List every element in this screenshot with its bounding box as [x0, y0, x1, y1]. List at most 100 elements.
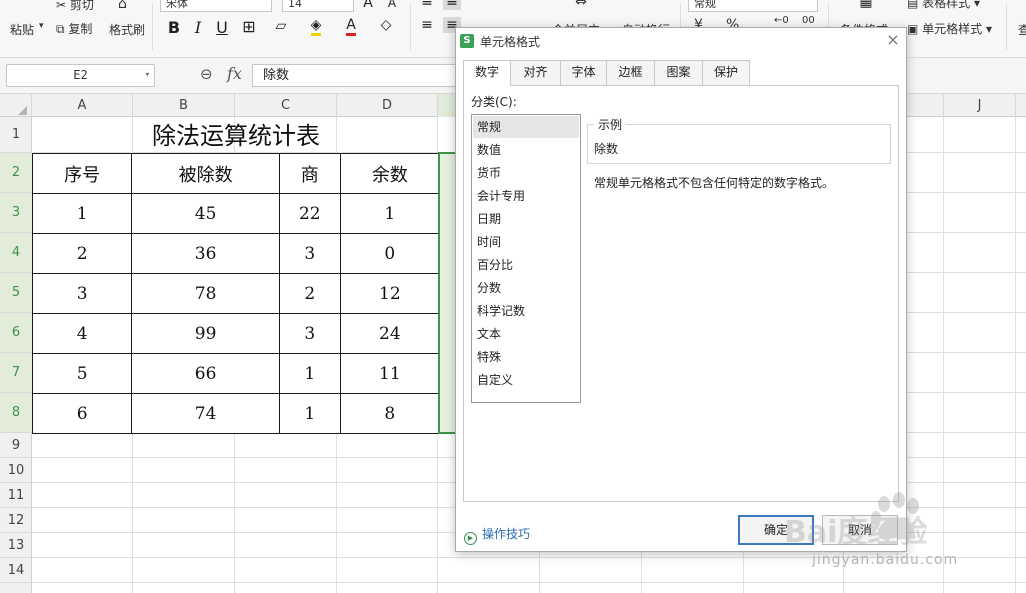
- align-top-icon[interactable]: ≡: [418, 0, 436, 10]
- name-box[interactable]: E2 ▾: [6, 64, 155, 87]
- paste-dropdown-icon[interactable]: ▾: [39, 21, 44, 31]
- row-header-4[interactable]: 4: [0, 233, 32, 273]
- table-cell[interactable]: 66: [131, 353, 280, 394]
- merge-icon[interactable]: ⇔: [572, 0, 590, 10]
- table-cell[interactable]: 2: [31, 233, 133, 274]
- table-cell[interactable]: 1: [31, 193, 133, 234]
- name-box-dropdown-icon[interactable]: ▾: [145, 65, 150, 86]
- header-cell-quotient[interactable]: 商: [278, 153, 341, 194]
- bold-icon[interactable]: B: [166, 18, 182, 37]
- tab-pattern[interactable]: 图案: [654, 60, 703, 85]
- table-cell[interactable]: 3: [278, 233, 341, 274]
- dialog-title-bar[interactable]: S 单元格格式 ×: [456, 28, 906, 54]
- format-painter-button[interactable]: 格式刷: [109, 21, 145, 38]
- align-middle-icon[interactable]: ≡: [443, 0, 461, 10]
- table-cell[interactable]: 24: [339, 313, 441, 354]
- tab-font[interactable]: 字体: [560, 60, 607, 85]
- column-header-c[interactable]: C: [235, 94, 337, 117]
- column-header-d[interactable]: D: [337, 94, 438, 117]
- category-item[interactable]: 日期: [473, 208, 579, 230]
- column-header-k[interactable]: K: [1016, 94, 1026, 117]
- row-header-8[interactable]: 8: [0, 393, 32, 433]
- table-cell[interactable]: 0: [339, 233, 441, 274]
- category-item[interactable]: 百分比: [473, 254, 579, 276]
- row-header-9[interactable]: 9: [0, 433, 32, 458]
- category-item[interactable]: 科学记数: [473, 300, 579, 322]
- select-all-corner[interactable]: [0, 94, 32, 117]
- table-cell[interactable]: 36: [131, 233, 280, 274]
- italic-icon[interactable]: I: [190, 18, 206, 37]
- fill-rotate-icon[interactable]: ▱: [270, 18, 292, 34]
- header-cell-dividend[interactable]: 被除数: [131, 153, 280, 194]
- align-left-icon[interactable]: ≡: [418, 17, 436, 33]
- row-header-3[interactable]: 3: [0, 193, 32, 233]
- header-cell-remainder[interactable]: 余数: [339, 153, 441, 194]
- header-cell-index[interactable]: 序号: [31, 153, 133, 194]
- category-list[interactable]: 常规 数值 货币 会计专用 日期 时间 百分比 分数 科学记数 文本 特殊 自定义: [471, 114, 581, 403]
- table-cell[interactable]: 3: [278, 313, 341, 354]
- category-item[interactable]: 自定义: [473, 369, 579, 391]
- row-header-14[interactable]: 14: [0, 558, 32, 583]
- cut-button[interactable]: ✂ 剪切: [56, 0, 94, 13]
- increase-decimal-button[interactable]: ←0: [774, 15, 789, 26]
- column-header-a[interactable]: A: [32, 94, 133, 117]
- row-header-2[interactable]: 2: [0, 153, 32, 193]
- fill-color-icon[interactable]: ◈: [305, 17, 327, 36]
- table-cell[interactable]: 12: [339, 273, 441, 314]
- category-item[interactable]: 会计专用: [473, 185, 579, 207]
- tab-border[interactable]: 边框: [606, 60, 655, 85]
- tab-protection[interactable]: 保护: [702, 60, 750, 85]
- zoom-search-icon[interactable]: ⊖: [200, 65, 213, 83]
- table-cell[interactable]: 6: [31, 393, 133, 434]
- category-item[interactable]: 特殊: [473, 346, 579, 368]
- tab-number[interactable]: 数字: [463, 60, 511, 86]
- row-header-12[interactable]: 12: [0, 508, 32, 533]
- clear-format-icon[interactable]: ◇: [375, 17, 397, 33]
- table-style-button[interactable]: ▤ 表格样式 ▾: [907, 0, 980, 11]
- table-cell[interactable]: 45: [131, 193, 280, 234]
- row-header-10[interactable]: 10: [0, 458, 32, 483]
- row-header-7[interactable]: 7: [0, 353, 32, 393]
- table-cell[interactable]: 3: [31, 273, 133, 314]
- decrease-decimal-button[interactable]: 00: [802, 15, 815, 26]
- table-cell[interactable]: 1: [339, 193, 441, 234]
- row-header-5[interactable]: 5: [0, 273, 32, 313]
- underline-icon[interactable]: U: [214, 18, 230, 37]
- border-icon[interactable]: ⊞: [238, 17, 260, 36]
- table-cell[interactable]: 22: [278, 193, 341, 234]
- sheet-title[interactable]: 除法运算统计表: [32, 117, 440, 153]
- font-name-select[interactable]: 宋体: [160, 0, 272, 12]
- cell-style-button[interactable]: ▣ 单元格样式 ▾: [907, 20, 992, 37]
- category-item[interactable]: 货币: [473, 162, 579, 184]
- row-header-1[interactable]: 1: [0, 117, 32, 153]
- tab-alignment[interactable]: 对齐: [510, 60, 561, 85]
- column-header-j[interactable]: J: [944, 94, 1016, 117]
- column-header-b[interactable]: B: [133, 94, 235, 117]
- table-cell[interactable]: 78: [131, 273, 280, 314]
- table-cell[interactable]: 1: [278, 353, 341, 394]
- table-cell[interactable]: 99: [131, 313, 280, 354]
- row-header-11[interactable]: 11: [0, 483, 32, 508]
- paste-button[interactable]: 粘贴: [10, 21, 34, 38]
- table-cell[interactable]: 1: [278, 393, 341, 434]
- font-size-select[interactable]: 14: [282, 0, 354, 12]
- category-item[interactable]: 常规: [473, 116, 579, 138]
- fx-icon[interactable]: fx: [227, 64, 242, 83]
- tips-link[interactable]: ▶ 操作技巧: [464, 525, 530, 545]
- find-button[interactable]: 查: [1018, 21, 1026, 38]
- number-format-select[interactable]: 常规: [688, 0, 818, 12]
- table-cell[interactable]: 4: [31, 313, 133, 354]
- category-item[interactable]: 时间: [473, 231, 579, 253]
- font-grow-icon[interactable]: A: [360, 0, 376, 11]
- table-cell[interactable]: 5: [31, 353, 133, 394]
- category-item[interactable]: 数值: [473, 139, 579, 161]
- font-shrink-icon[interactable]: A: [384, 0, 400, 10]
- row-header-6[interactable]: 6: [0, 313, 32, 353]
- category-item[interactable]: 文本: [473, 323, 579, 345]
- copy-button[interactable]: ⧉ 复制: [56, 20, 92, 37]
- table-cell[interactable]: 11: [339, 353, 441, 394]
- table-cell[interactable]: 8: [339, 393, 441, 434]
- row-header-13[interactable]: 13: [0, 533, 32, 558]
- font-color-icon[interactable]: A: [340, 17, 362, 36]
- category-item[interactable]: 分数: [473, 277, 579, 299]
